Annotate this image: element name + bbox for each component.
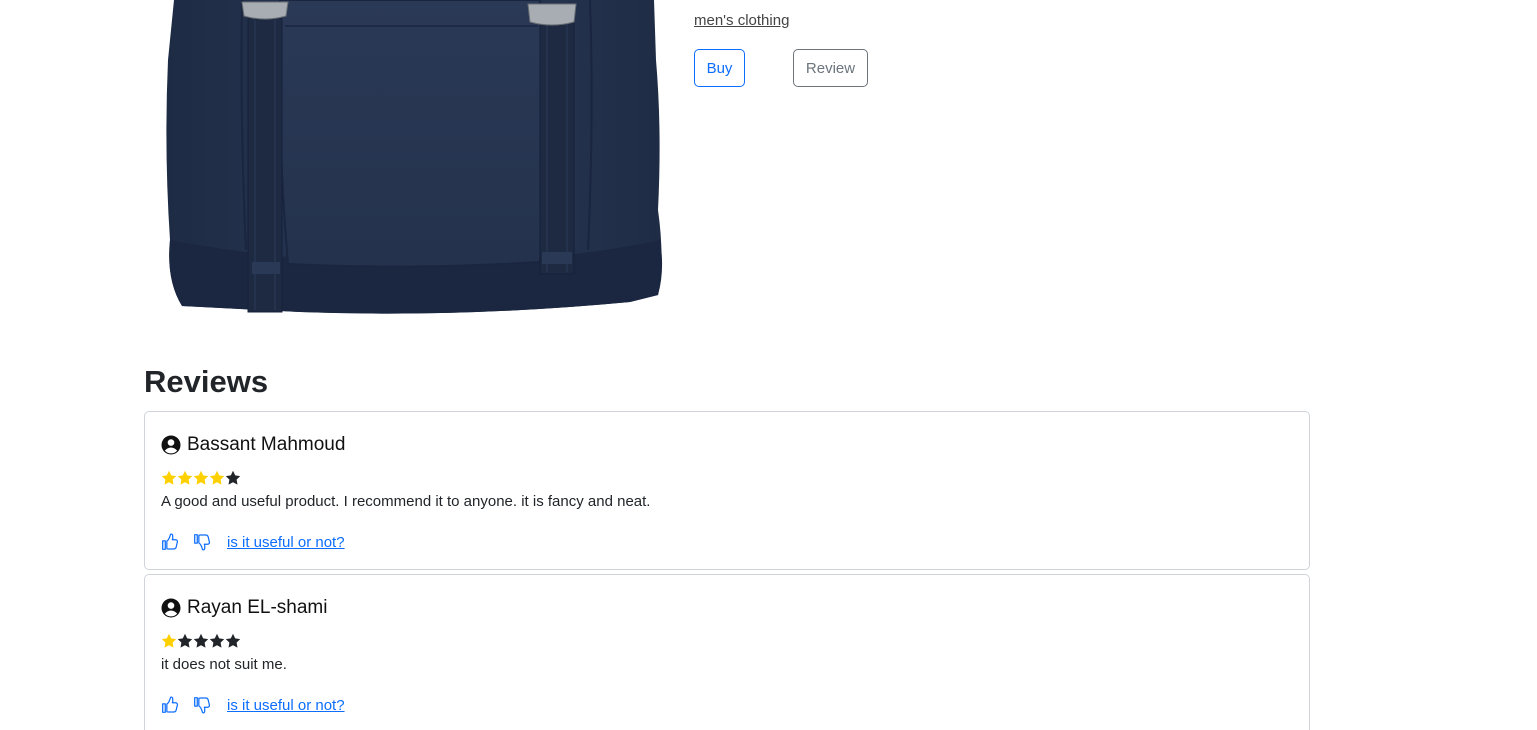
star-icon: [209, 633, 225, 649]
reviews-heading: Reviews: [144, 364, 269, 399]
product-image: [160, 0, 670, 320]
star-rating: [161, 633, 241, 649]
star-icon: [177, 633, 193, 649]
star-icon: [193, 633, 209, 649]
review-actions: is it useful or not?: [161, 533, 345, 551]
star-icon: [193, 470, 209, 486]
reviewer-name: Rayan EL-shami: [187, 597, 328, 618]
review-text: it does not suit me.: [161, 656, 287, 673]
category-link[interactable]: men's clothing: [694, 12, 789, 29]
buy-button[interactable]: Buy: [694, 49, 745, 87]
review-card: Rayan EL-shami it does not suit me. is i…: [144, 574, 1310, 730]
review-text: A good and useful product. I recommend i…: [161, 493, 651, 510]
star-icon: [225, 633, 241, 649]
useful-link[interactable]: is it useful or not?: [227, 534, 345, 551]
star-icon: [209, 470, 225, 486]
review-button[interactable]: Review: [793, 49, 868, 87]
review-card: Bassant Mahmoud A good and useful produc…: [144, 411, 1310, 570]
user-circle-icon: [161, 598, 181, 618]
star-icon: [161, 633, 177, 649]
thumbs-up-icon[interactable]: [161, 533, 179, 551]
reviewer: Bassant Mahmoud: [161, 434, 345, 456]
user-circle-icon: [161, 435, 181, 455]
reviewer-name: Bassant Mahmoud: [187, 434, 346, 455]
star-rating: [161, 470, 241, 486]
thumbs-down-icon[interactable]: [193, 533, 211, 551]
review-actions: is it useful or not?: [161, 696, 345, 714]
thumbs-up-icon[interactable]: [161, 696, 179, 714]
product-page: men's clothing Buy Review Reviews Bassan…: [0, 0, 1537, 730]
star-icon: [177, 470, 193, 486]
useful-link[interactable]: is it useful or not?: [227, 697, 345, 714]
star-icon: [225, 470, 241, 486]
star-icon: [161, 470, 177, 486]
thumbs-down-icon[interactable]: [193, 696, 211, 714]
reviewer: Rayan EL-shami: [161, 597, 327, 619]
